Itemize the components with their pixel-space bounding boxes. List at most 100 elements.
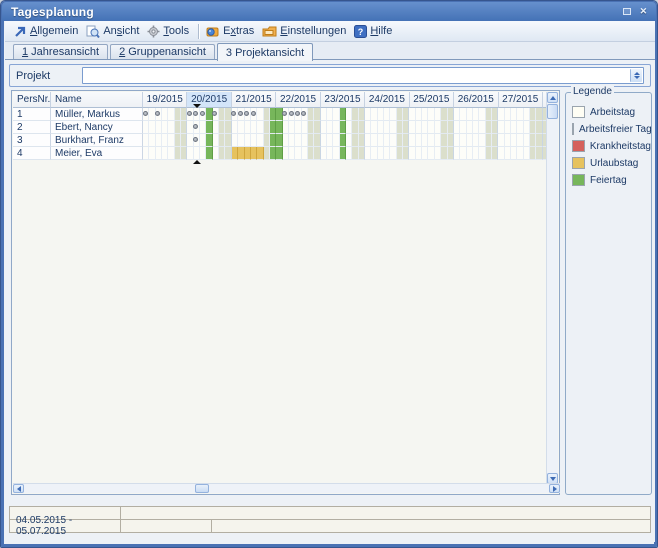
toolbar-separator <box>198 24 199 39</box>
project-combobox[interactable] <box>82 67 644 84</box>
booking-dot-icon <box>244 111 249 116</box>
arrow-left-icon <box>17 486 21 492</box>
legend-title: Legende <box>571 86 614 97</box>
booking-dot-icon <box>238 111 243 116</box>
tab-2-gruppenansicht[interactable]: 2 Gruppenansicht <box>110 44 215 60</box>
close-button[interactable]: ✕ <box>637 5 650 18</box>
table-row[interactable]: 2Ebert, Nancy <box>13 121 548 134</box>
menu-item-label: Allgemein <box>30 25 78 37</box>
menu-item-label: Ansicht <box>103 25 139 37</box>
column-header-persnr[interactable]: PersNr. <box>13 92 51 108</box>
week-header-26-2015[interactable]: 26/2015 <box>454 92 498 108</box>
gear-icon <box>147 25 160 38</box>
chevron-down-icon <box>634 76 640 79</box>
week-header-27-2015[interactable]: 27/2015 <box>499 92 543 108</box>
restore-icon <box>623 8 631 15</box>
menu-item-extras[interactable]: Extras <box>203 23 259 40</box>
menu-item-label: Hilfe <box>370 25 392 37</box>
booking-dot-icon <box>282 111 287 116</box>
planner-table: PersNr.Name19/201520/201521/201522/20152… <box>11 90 560 495</box>
table-row[interactable]: 3Burkhart, Franz <box>13 134 548 147</box>
booking-dot-icon <box>289 111 294 116</box>
menu-item-label: Extras <box>223 25 254 37</box>
project-groupbox: Projekt <box>9 64 651 87</box>
legend-swatch <box>572 140 585 152</box>
combobox-dropdown-button[interactable] <box>630 69 642 82</box>
menu-item-allgemein[interactable]: Allgemein <box>11 23 83 40</box>
week-header-22-2015[interactable]: 22/2015 <box>276 92 320 108</box>
menu-item-einstellungen[interactable]: Einstellungen <box>259 23 351 40</box>
arrow-right-icon <box>553 486 557 492</box>
booking-dot-icon <box>200 111 205 116</box>
week-header-19-2015[interactable]: 19/2015 <box>143 92 187 108</box>
status-cell <box>212 520 650 532</box>
menu-item-tools[interactable]: Tools <box>144 23 194 40</box>
tab-strip: 1 Jahresansicht2 Gruppenansicht3 Projekt… <box>5 42 655 59</box>
week-header-25-2015[interactable]: 25/2015 <box>410 92 454 108</box>
tab-3-projektansicht[interactable]: 3 Projektansicht <box>217 43 313 61</box>
booking-dot-icon <box>251 111 256 116</box>
legend-groupbox: Legende ArbeitstagArbeitsfreier TagKrank… <box>565 92 652 495</box>
arrow-down-icon <box>550 477 556 481</box>
legend-label: Arbeitstag <box>590 107 635 118</box>
cell-persnr: 2 <box>13 121 51 134</box>
week-header-23-2015[interactable]: 23/2015 <box>321 92 365 108</box>
booking-dot-icon <box>193 124 198 129</box>
help-icon: ? <box>354 25 367 38</box>
booking-dot-icon <box>212 111 217 116</box>
scroll-left-button[interactable] <box>13 484 24 493</box>
tab-1-jahresansicht[interactable]: 1 Jahresansicht <box>13 44 108 60</box>
arrow-up-right-icon <box>14 25 27 38</box>
settings-folder-icon <box>262 25 277 38</box>
legend-swatch <box>572 106 585 118</box>
today-marker-bottom-icon <box>193 160 201 164</box>
restore-button[interactable] <box>620 5 633 18</box>
title-bar[interactable]: Tagesplanung ✕ <box>2 2 656 21</box>
chevron-up-icon <box>634 72 640 75</box>
table-row[interactable]: 1Müller, Markus <box>13 108 548 121</box>
scroll-up-button[interactable] <box>547 92 558 103</box>
cell-name[interactable]: Ebert, Nancy <box>51 121 143 134</box>
window-controls: ✕ <box>620 5 650 18</box>
menu-item-hilfe[interactable]: ?Hilfe <box>351 23 397 40</box>
legend-label: Urlaubstag <box>590 158 638 169</box>
arrow-up-icon <box>550 96 556 100</box>
legend-label: Krankheitstag <box>590 141 651 152</box>
tagesplanung-window: Tagesplanung ✕ Allgemein Ansicht Tools Extr… <box>0 0 658 548</box>
cell-name[interactable]: Meier, Eva <box>51 147 143 160</box>
legend-item: Arbeitstag <box>572 106 651 118</box>
cell-persnr: 3 <box>13 134 51 147</box>
legend-item: Krankheitstag <box>572 140 651 152</box>
scroll-right-button[interactable] <box>549 484 560 493</box>
horizontal-scrollbar[interactable] <box>13 483 560 493</box>
magnifier-icon <box>86 25 100 38</box>
status-bar-lower: 04.05.2015 - 05.07.2015 <box>9 519 651 533</box>
menu-item-ansicht[interactable]: Ansicht <box>83 23 144 40</box>
legend-swatch <box>572 157 585 169</box>
legend-label: Feiertag <box>590 175 627 186</box>
vertical-scroll-thumb[interactable] <box>547 104 558 119</box>
window-title: Tagesplanung <box>11 5 94 19</box>
booking-dot-icon <box>231 111 236 116</box>
week-header-21-2015[interactable]: 21/2015 <box>232 92 276 108</box>
booking-dot-icon <box>155 111 160 116</box>
vertical-scrollbar[interactable] <box>546 92 558 484</box>
cell-name[interactable]: Müller, Markus <box>51 108 143 121</box>
status-cell <box>121 507 650 519</box>
table-row[interactable]: 4Meier, Eva <box>13 147 548 160</box>
content-panel: Projekt PersNr.Name19/201520/201521/2015… <box>5 59 655 542</box>
booking-dot-icon <box>301 111 306 116</box>
status-cell <box>121 520 212 532</box>
legend-swatch <box>572 174 585 186</box>
cell-persnr: 4 <box>13 147 51 160</box>
planner-grid: PersNr.Name19/201520/201521/201522/20152… <box>13 92 548 160</box>
booking-dot-icon <box>193 111 198 116</box>
week-header-24-2015[interactable]: 24/2015 <box>365 92 409 108</box>
status-date-range: 04.05.2015 - 05.07.2015 <box>10 520 121 532</box>
horizontal-scroll-thumb[interactable] <box>195 484 209 493</box>
today-marker-top-icon <box>193 104 201 108</box>
booking-dot-icon <box>187 111 192 116</box>
planner-header-row: PersNr.Name19/201520/201521/201522/20152… <box>13 92 548 108</box>
cell-name[interactable]: Burkhart, Franz <box>51 134 143 147</box>
column-header-name[interactable]: Name <box>51 92 143 108</box>
